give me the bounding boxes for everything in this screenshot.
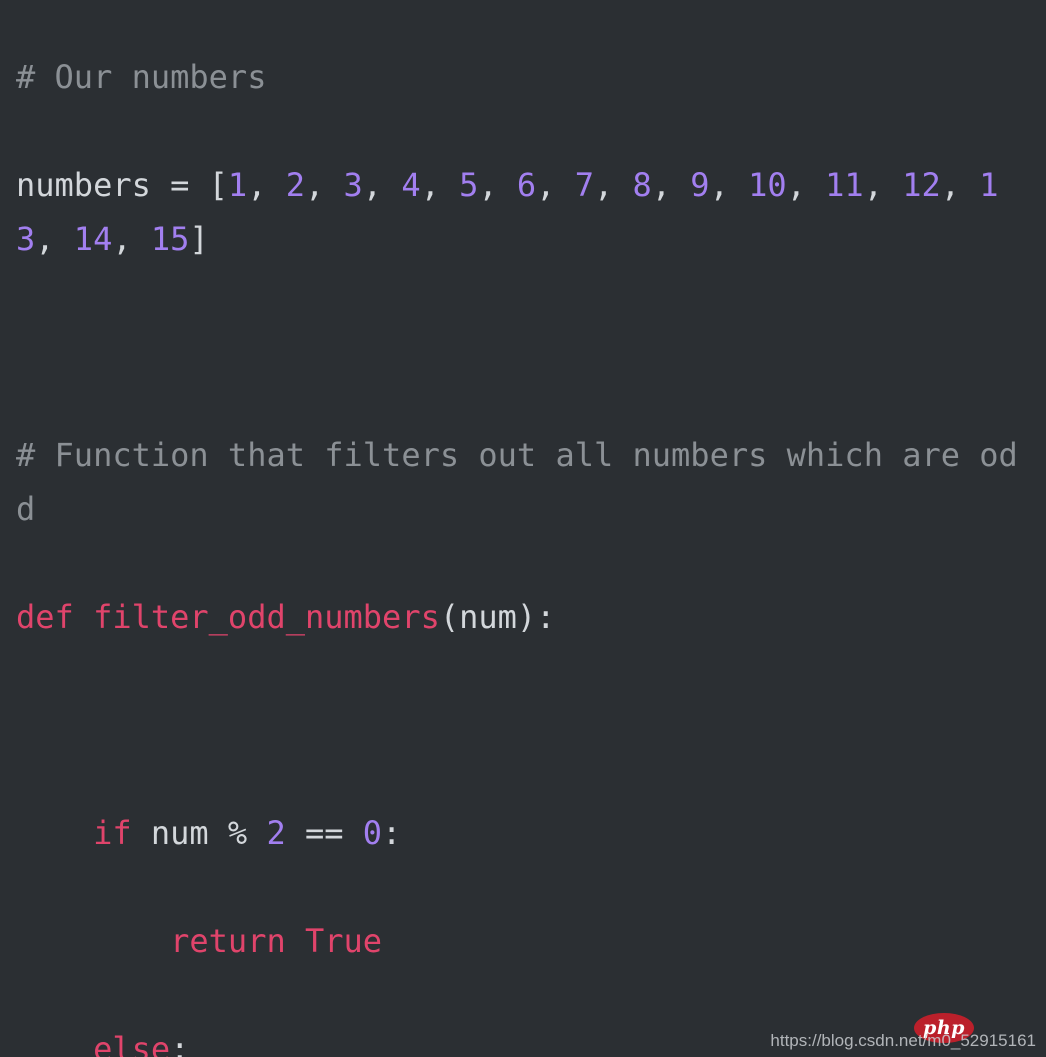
token-comment: # Function that filters out all numbers … [16,436,1018,528]
token-keyword: def [16,598,94,636]
token-punct: , [593,166,633,204]
line-return-true: return True [16,914,1030,968]
line-blank-1: ​ [16,320,1030,374]
token-punct: , [940,166,980,204]
token-default [286,922,305,960]
code-block: # Our numbers numbers = [1, 2, 3, 4, 5, … [16,50,1030,1057]
token-number: 14 [73,220,113,258]
token-keyword: if [93,814,132,852]
token-number: 2 [266,814,286,852]
token-punct: , [478,166,517,204]
token-default [16,814,93,852]
token-number: 8 [632,166,652,204]
token-comment: # Our numbers [16,58,267,96]
token-number: 3 [343,166,363,204]
line-def-filter-odd-numbers: def filter_odd_numbers(num): [16,590,1030,644]
token-punct: , [536,166,575,204]
token-number: 11 [825,166,864,204]
token-function: filter_odd_numbers [93,598,440,636]
token-punct: , [863,166,903,204]
token-number: 7 [574,166,594,204]
token-number: 0 [362,814,383,852]
line-blank-2: ​ [16,698,1030,752]
code-snippet-surface: # Our numbers numbers = [1, 2, 3, 4, 5, … [0,0,1046,1057]
token-operator: == [285,814,363,852]
token-default: : [170,1030,190,1057]
token-number: 12 [902,166,941,204]
line-comment-filter-description: # Function that filters out all numbers … [16,428,1030,536]
token-punct: ] [189,220,209,258]
token-number: 5 [459,166,479,204]
line-else: else: [16,1022,1030,1057]
token-punct: , [247,166,286,204]
token-punct: , [304,166,344,204]
token-number: 4 [401,166,421,204]
token-punct: , [35,220,74,258]
token-number: 15 [150,220,190,258]
token-boolean: True [304,922,383,960]
line-if-modulo: if num % 2 == 0: [16,806,1030,860]
token-default: : [382,814,402,852]
token-punct: , [362,166,402,204]
token-number: 10 [748,166,787,204]
line-numbers-assignment: numbers = [1, 2, 3, 4, 5, 6, 7, 8, 9, 10… [16,158,1030,266]
token-number: 1 [227,166,248,204]
token-keyword: return [170,922,286,960]
token-punct: , [709,166,749,204]
token-number: 6 [516,166,537,204]
token-keyword: else [93,1030,171,1057]
token-punct: , [786,166,826,204]
token-number: 9 [690,166,710,204]
token-number: 2 [285,166,305,204]
token-default: (num): [439,598,556,636]
token-default [16,922,170,960]
token-punct: , [651,166,691,204]
token-punct: , [112,220,151,258]
line-comment-our-numbers: # Our numbers [16,50,1030,104]
token-default: numbers = [ [16,166,228,204]
token-default: num % [131,814,267,852]
token-default [16,1030,93,1057]
token-punct: , [420,166,460,204]
